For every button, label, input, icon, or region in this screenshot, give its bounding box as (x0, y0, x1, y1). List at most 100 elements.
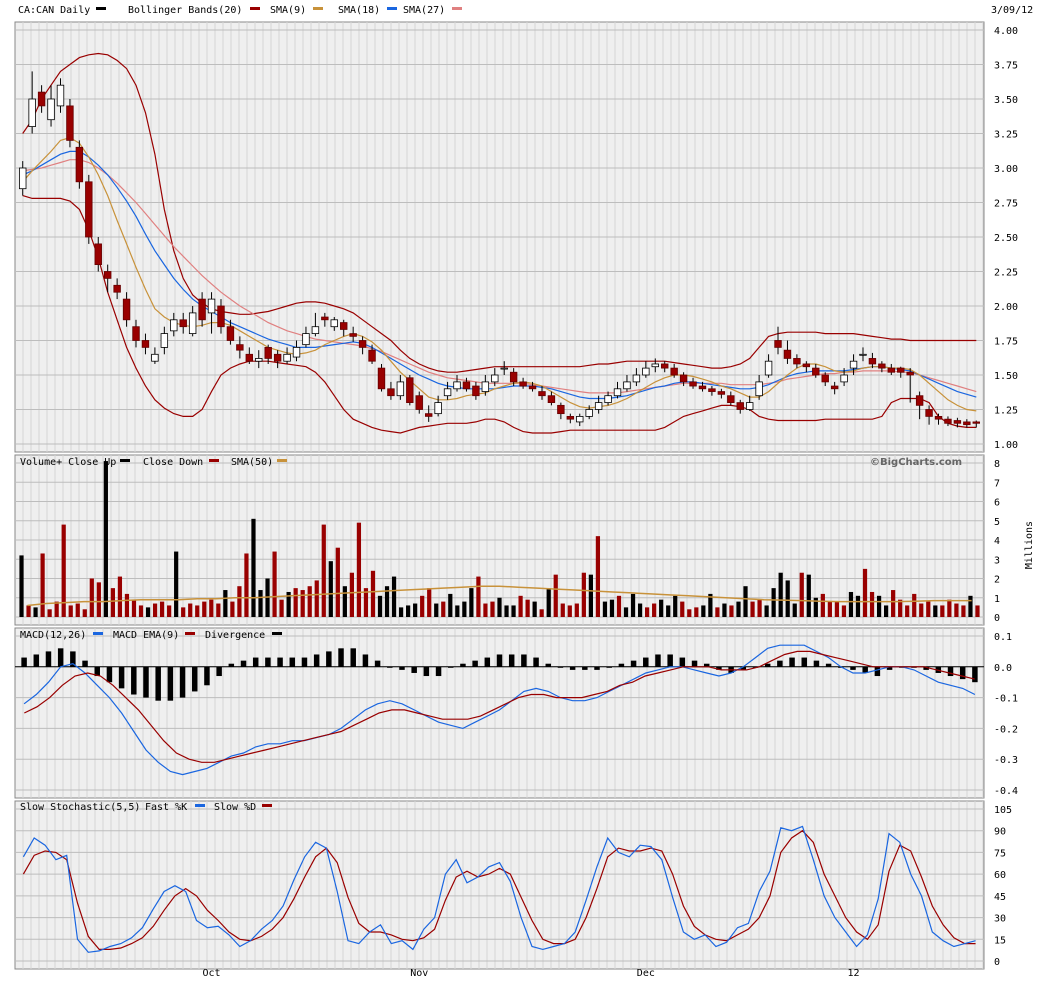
candle-body (170, 319, 178, 332)
stoch-slow-swatch (262, 804, 272, 807)
macd-divergence-bar (338, 648, 344, 667)
volume-bar (391, 576, 397, 617)
macd-divergence-bar (801, 657, 807, 667)
volume-bar (736, 601, 741, 617)
macd-divergence-bar (643, 657, 649, 667)
candle-body (160, 333, 169, 348)
volume-bar (694, 607, 699, 617)
volume-bar (244, 553, 249, 617)
ticker-label: CA:CAN Daily (18, 5, 90, 16)
y-tick-label: -0.1 (994, 694, 1018, 705)
volume-bar (82, 609, 87, 617)
ticker-swatch (96, 7, 106, 10)
macd-divergence-bar (21, 657, 27, 667)
y-tick-label: 75 (994, 848, 1006, 859)
volume-bar (195, 605, 200, 617)
candle-body (623, 381, 631, 390)
candle-body (538, 391, 546, 397)
macd-divergence-bar (789, 657, 795, 667)
candle-body (103, 271, 112, 279)
y-tick-label: -0.2 (994, 724, 1018, 735)
volume-bar (497, 597, 502, 617)
volume-bar (666, 605, 671, 617)
candle-body (349, 333, 357, 337)
candle-body (547, 395, 556, 404)
volume-bar (595, 536, 601, 617)
candle-body (151, 353, 159, 362)
candle-body (481, 381, 490, 392)
candle-body (19, 167, 27, 190)
volume-bar (637, 603, 643, 617)
macd-divergence-bar (679, 657, 686, 667)
watermark: ©BigCharts.com (870, 457, 962, 468)
volume-bar (188, 603, 193, 617)
volume-legend-down: Close Down (143, 457, 203, 468)
volume-bar (919, 603, 924, 617)
candle-body (849, 360, 858, 369)
price-legend: CA:CAN Daily Bollinger Bands(20) SMA(9) … (18, 5, 1033, 16)
candle-body (566, 415, 575, 420)
volume-bar (455, 605, 460, 617)
candle-body (188, 312, 197, 334)
volume-bar (757, 599, 762, 617)
volume-bar (616, 595, 622, 617)
macd-divergence-bar (959, 666, 966, 680)
y-tick-label: 2.75 (994, 199, 1018, 210)
candle-body (944, 418, 952, 424)
volume-bar (680, 601, 685, 617)
volume-bar (272, 551, 277, 617)
legend-sma9-swatch (313, 7, 323, 10)
y-tick-label: -0.3 (994, 755, 1018, 766)
volume-bar (47, 609, 52, 617)
candle-body (661, 363, 669, 369)
macd-legend-divergence: Divergence (205, 630, 265, 641)
candle-body (491, 374, 499, 383)
candle-body (925, 409, 933, 417)
candle-body (528, 385, 537, 390)
volume-bar (335, 547, 340, 617)
volume-bar (581, 572, 586, 617)
volume-bar (174, 551, 179, 617)
candle-body (85, 181, 93, 238)
stoch-legend-slow: Slow %D (214, 802, 256, 813)
y-tick-label: 1.25 (994, 406, 1018, 417)
volume-bar (167, 605, 172, 617)
candle-body (651, 363, 659, 368)
volume-bar (370, 570, 376, 617)
y-tick-label: 4.00 (994, 26, 1018, 37)
y-tick-label: 5 (994, 517, 1000, 528)
candle-body (887, 367, 896, 373)
chart-date: 3/09/12 (991, 5, 1033, 16)
candle-body (557, 404, 565, 415)
macd-divergence-bar (216, 666, 222, 677)
macd-swatch (93, 632, 103, 635)
volume-bar (131, 599, 137, 617)
macd-divergence-bar (630, 660, 637, 667)
volume-bar (420, 595, 425, 617)
volume-bar (876, 595, 882, 617)
macd-divergence-bar (192, 666, 198, 692)
candle-body (764, 360, 773, 376)
y-tick-label: 30 (994, 914, 1006, 925)
volume-bar (469, 588, 474, 617)
y-tick-label: 1.00 (994, 440, 1018, 451)
candle-body (406, 377, 414, 404)
volume-bar (377, 595, 383, 617)
y-tick-label: 3.25 (994, 130, 1018, 141)
volume-bar (827, 601, 832, 617)
candle-body (774, 340, 782, 348)
volume-bar (940, 605, 945, 617)
volume-bar (623, 607, 629, 617)
macd-divergence-bar (508, 654, 515, 667)
volume-bar (356, 522, 362, 617)
macd-divergence-bar (204, 666, 210, 686)
panel-frames: 4.00 3.75 3.50 3.25 3.00 2.75 2.50 2.25 2.00 1.75… (14, 21, 1018, 970)
volume-bar (905, 605, 910, 617)
volume-bar (560, 603, 565, 617)
macd-divergence-bar (435, 666, 442, 677)
y-tick-label: 4 (994, 536, 1000, 547)
volume-bar (855, 595, 861, 617)
stoch-fast-swatch (195, 804, 205, 807)
candle-body (321, 316, 329, 321)
candle-body (141, 340, 150, 348)
